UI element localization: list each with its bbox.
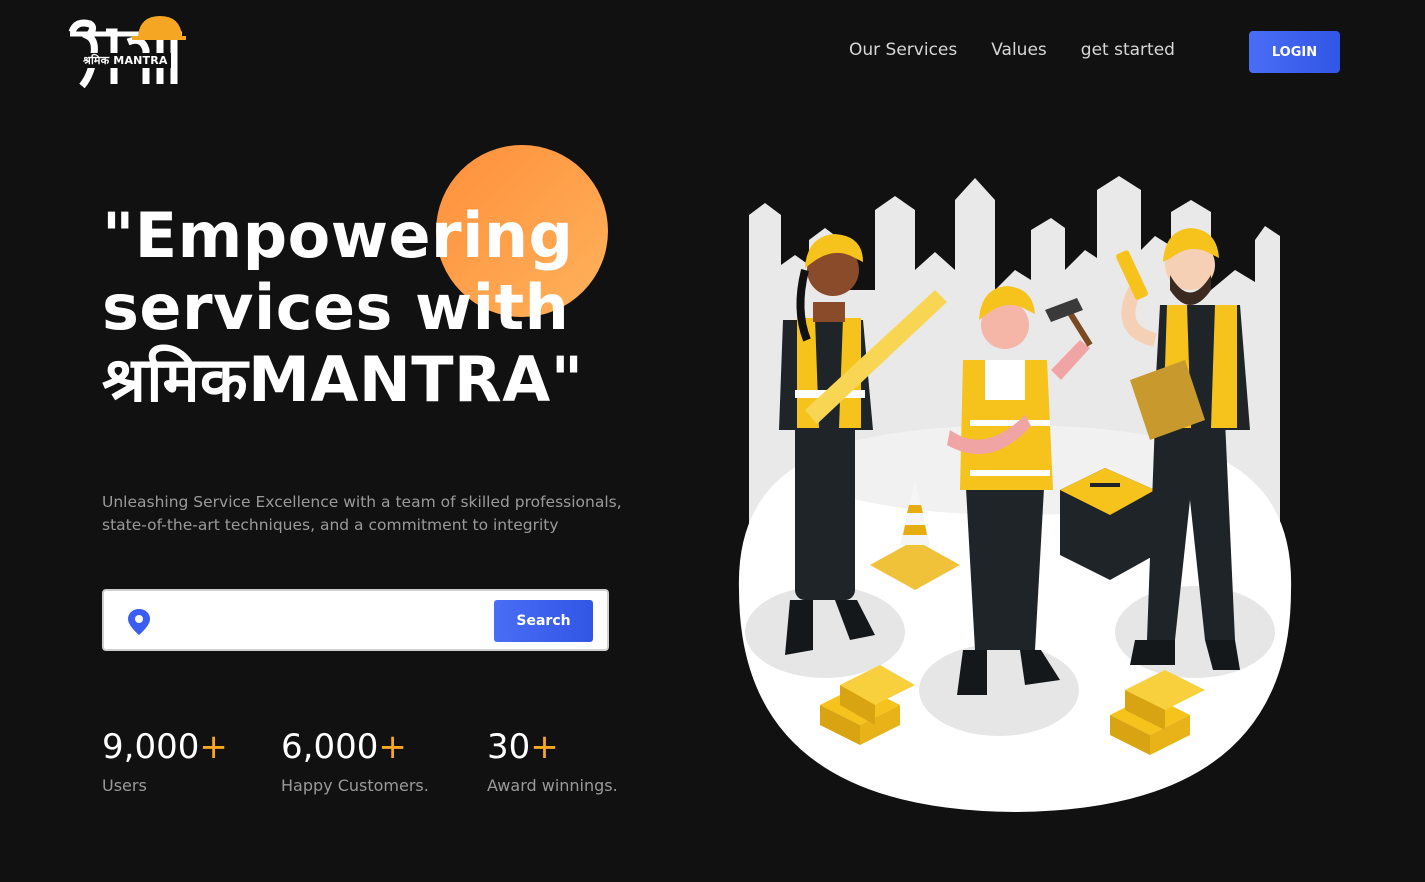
hardhat-logo-icon — [68, 16, 188, 89]
brand-logo[interactable]: श्रमिक MANTRA — [66, 14, 188, 89]
stat-number: 9,000+ — [102, 727, 228, 767]
stat-happy-customers: 6,000+ Happy Customers. — [281, 726, 429, 795]
stat-number: 30+ — [487, 727, 559, 767]
nav-get-started[interactable]: get started — [1081, 40, 1175, 60]
main-nav: Our Services Values get started — [849, 40, 1209, 60]
stat-number: 6,000+ — [281, 727, 407, 767]
nav-values[interactable]: Values — [991, 40, 1047, 60]
search-button[interactable]: Search — [494, 600, 593, 642]
stat-label: Happy Customers. — [281, 776, 429, 795]
hero-title: "Empowering services with श्रमिकMANTRA" — [102, 200, 722, 416]
stat-award-winnings: 30+ Award winnings. — [487, 726, 618, 795]
hero-title-line-2: services with — [102, 271, 570, 344]
hero-subtitle: Unleashing Service Excellence with a tea… — [102, 493, 622, 534]
hero-title-line-3: श्रमिकMANTRA" — [102, 343, 584, 416]
stat-users: 9,000+ Users — [102, 726, 228, 795]
logo-text: श्रमिक MANTRA — [80, 53, 171, 68]
stat-label: Users — [102, 776, 147, 795]
construction-workers-illustration — [735, 170, 1295, 815]
location-pin-icon — [128, 609, 150, 635]
stat-label: Award winnings. — [487, 776, 618, 795]
nav-our-services[interactable]: Our Services — [849, 40, 957, 60]
location-search-input[interactable] — [162, 603, 486, 641]
location-search-bar: Search — [102, 589, 609, 651]
login-button[interactable]: LOGIN — [1249, 31, 1340, 73]
hero-title-line-1: "Empowering — [102, 199, 574, 272]
